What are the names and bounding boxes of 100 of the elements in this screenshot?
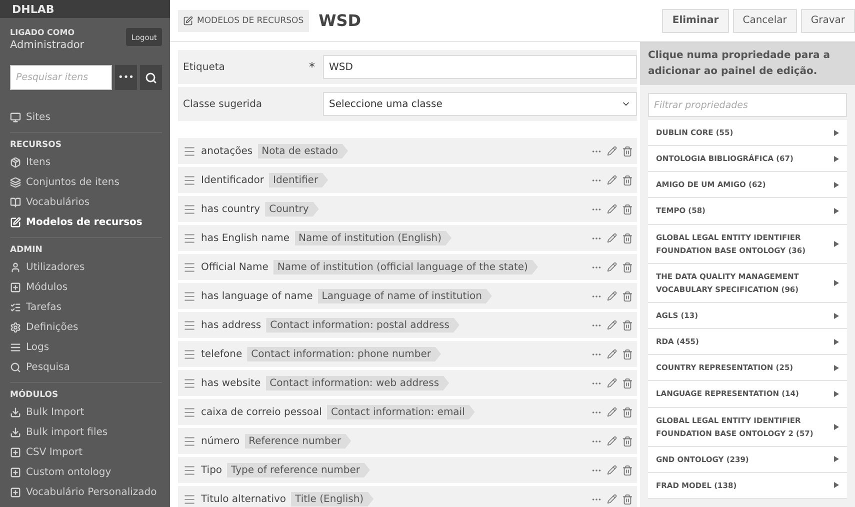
expand-icon <box>834 182 839 188</box>
nav-heading: MÓDULOS <box>10 390 60 400</box>
alternate-label: Identifier <box>269 172 328 188</box>
nav-heading: ADMIN <box>10 245 44 255</box>
expand-icon <box>834 240 839 247</box>
nav-item[interactable]: Itens <box>10 152 162 172</box>
edit-icon[interactable] <box>607 204 617 214</box>
action-button[interactable]: Eliminar <box>662 8 729 32</box>
action-button[interactable]: Cancelar <box>732 8 797 32</box>
drag-handle-icon[interactable] <box>183 174 196 186</box>
edit-icon[interactable] <box>607 349 617 359</box>
edit-icon[interactable] <box>607 320 617 330</box>
filter-field[interactable]: Filtrar propriedades <box>648 93 847 117</box>
search-button[interactable] <box>140 65 162 90</box>
class-select[interactable]: Seleccione uma classe <box>323 92 637 116</box>
drag-handle-icon[interactable] <box>183 376 196 390</box>
expand-icon <box>834 456 839 462</box>
edit-icon[interactable] <box>607 436 617 446</box>
nav-item[interactable]: Pesquisa <box>10 357 162 377</box>
alternate-label: Contact information: postal address <box>266 318 460 332</box>
drag-handle-icon[interactable] <box>183 144 196 158</box>
delete-icon[interactable] <box>622 146 633 156</box>
drag-handle-icon[interactable] <box>183 202 196 216</box>
nav-item[interactable]: Definições <box>10 317 162 337</box>
nav-item[interactable]: Utilizadores <box>10 257 162 277</box>
property-name: telefone <box>201 348 242 360</box>
delete-icon[interactable] <box>622 348 633 360</box>
property-name: has English name <box>201 232 290 244</box>
required-mark: * <box>309 60 316 74</box>
delete-icon[interactable] <box>622 290 633 302</box>
nav-item[interactable]: Modelos de recursos <box>10 212 162 232</box>
delete-icon[interactable] <box>622 494 633 504</box>
delete-icon[interactable] <box>622 232 633 244</box>
label-field[interactable]: WSD <box>323 55 637 79</box>
search-icon <box>10 362 21 372</box>
edit-icon <box>10 216 21 228</box>
delete-icon[interactable] <box>622 406 633 418</box>
delete-icon[interactable] <box>622 204 633 214</box>
user-label: LIGADO COMO <box>10 28 76 37</box>
nav-item[interactable]: Tarefas <box>10 297 162 317</box>
nav-item[interactable]: Vocabulário Personalizado <box>10 482 162 502</box>
edit-icon[interactable] <box>607 262 617 272</box>
nav-item[interactable]: Vocabulários <box>10 192 162 212</box>
alternate-label: Contact information: email <box>326 404 475 420</box>
edit-icon[interactable] <box>607 494 617 504</box>
download-icon <box>10 426 21 438</box>
delete-icon[interactable] <box>622 174 633 186</box>
expand-icon <box>834 280 839 286</box>
settings-icon <box>10 322 21 332</box>
nav-item[interactable]: Logs <box>10 337 162 357</box>
plus-square-icon <box>10 486 21 498</box>
delete-icon[interactable] <box>622 464 633 476</box>
alternate-label: Nota de estado <box>258 144 348 158</box>
drag-handle-icon[interactable] <box>183 406 196 418</box>
action-button[interactable]: Gravar <box>800 8 855 32</box>
edit-icon[interactable] <box>607 146 617 156</box>
nav-item[interactable]: Módulos <box>10 277 162 297</box>
drag-handle-icon[interactable] <box>183 290 196 302</box>
alternate-label: Contact information: web address <box>266 376 450 390</box>
nav-item[interactable]: Sites <box>10 107 162 127</box>
nav-item[interactable]: Custom ontology <box>10 462 162 482</box>
expand-icon <box>834 390 839 397</box>
drag-handle-icon[interactable] <box>183 318 196 332</box>
plus-square-icon <box>10 282 21 292</box>
property-name: has country <box>201 204 260 214</box>
drag-handle-icon[interactable] <box>183 492 196 506</box>
nav-item[interactable]: Conjuntos de itens <box>10 172 162 192</box>
edit-icon[interactable] <box>607 378 617 388</box>
drag-handle-icon[interactable] <box>183 348 196 360</box>
property-name: caixa de correio pessoal <box>201 406 322 418</box>
delete-icon[interactable] <box>622 378 633 388</box>
nav-item[interactable]: CSV Import <box>10 442 162 462</box>
delete-icon[interactable] <box>622 262 633 272</box>
field-label: Etiqueta <box>183 62 226 72</box>
edit-icon[interactable] <box>607 233 617 243</box>
drag-handle-icon[interactable] <box>183 434 196 448</box>
edit-icon[interactable] <box>607 407 617 417</box>
delete-icon[interactable] <box>622 436 633 446</box>
nav-item[interactable]: Bulk Import <box>10 402 162 422</box>
expand-icon <box>834 156 839 162</box>
breadcrumb-link[interactable]: MODELOS DE RECURSOS <box>178 10 309 32</box>
box-icon <box>10 156 21 168</box>
search-field[interactable]: Pesquisar itens <box>10 65 112 90</box>
nav-item[interactable]: Bulk import files <box>10 422 162 442</box>
drag-handle-icon[interactable] <box>183 232 196 244</box>
advanced-search-button[interactable]: ••• <box>115 65 137 90</box>
plus-square-icon <box>10 466 21 478</box>
edit-icon[interactable] <box>607 291 617 301</box>
edit-icon[interactable] <box>607 465 617 475</box>
alternate-label: Country <box>265 202 319 216</box>
expand-icon <box>834 338 839 345</box>
expand-icon <box>834 364 839 371</box>
property-name: has website <box>201 378 261 388</box>
drag-handle-icon[interactable] <box>183 464 196 476</box>
drag-handle-icon[interactable] <box>183 260 196 274</box>
field-label: Classe sugerida <box>183 98 264 110</box>
alternate-label: Type of reference number <box>227 462 370 478</box>
delete-icon[interactable] <box>622 320 633 330</box>
edit-icon[interactable] <box>607 175 617 185</box>
plus-square-icon <box>10 446 21 458</box>
